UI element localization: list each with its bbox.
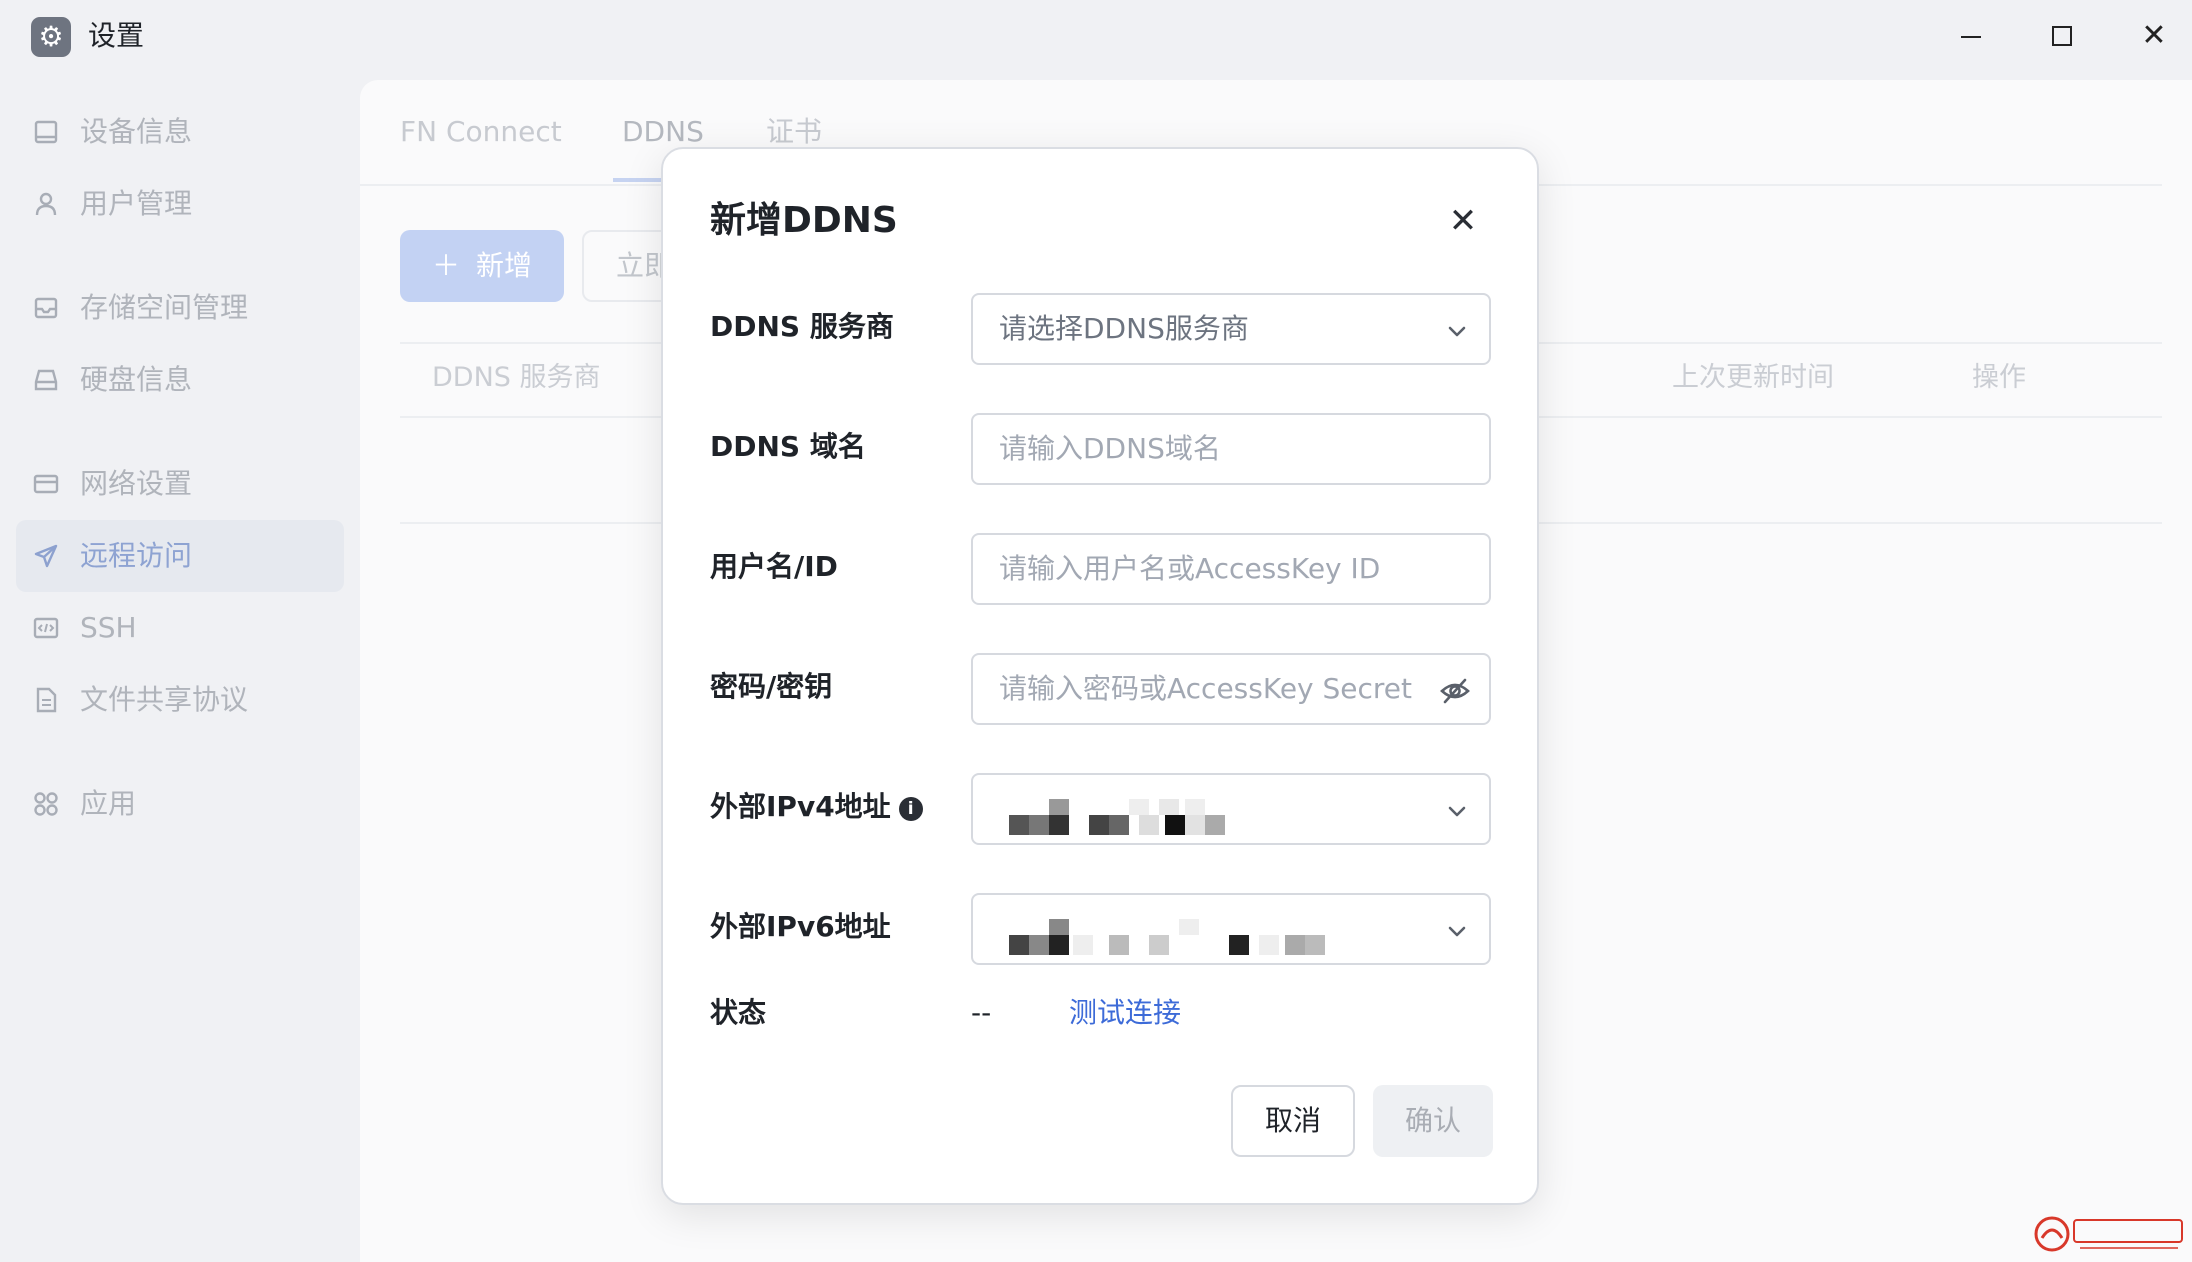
sidebar-item-label: 用户管理 xyxy=(80,187,193,220)
column-header-last-updated: 上次更新时间 xyxy=(1672,362,1834,393)
status-value: -- xyxy=(971,996,992,1029)
sidebar-item-device-info[interactable]: 设备信息 xyxy=(16,96,344,168)
minimize-button[interactable] xyxy=(1942,14,1998,58)
provider-select[interactable]: 请选择DDNS服务商 xyxy=(971,293,1491,365)
tab-fn-connect[interactable]: FN Connect xyxy=(400,112,562,152)
sidebar-item-user-management[interactable]: 用户管理 xyxy=(16,168,344,240)
watermark-logo xyxy=(2034,1216,2183,1252)
cancel-button[interactable]: 取消 xyxy=(1231,1085,1355,1157)
sidebar-item-label: 存储空间管理 xyxy=(80,291,249,324)
maximize-icon xyxy=(2052,26,2072,46)
sidebar-item-file-sharing[interactable]: 文件共享协议 xyxy=(16,664,344,736)
add-button-label: 新增 xyxy=(476,249,533,282)
tab-ddns[interactable]: DDNS xyxy=(622,112,704,152)
status-label: 状态 xyxy=(710,996,767,1029)
code-window-icon xyxy=(32,614,60,642)
ipv4-label: 外部IPv4地址 i xyxy=(710,787,923,827)
sidebar-item-ssh[interactable]: SSH xyxy=(16,592,344,664)
username-field-placeholder: 请输入用户名或AccessKey ID xyxy=(999,552,1381,585)
provider-label: DDNS 服务商 xyxy=(710,310,894,343)
sidebar-item-label: 设备信息 xyxy=(80,115,193,148)
ipv4-pixelated-value xyxy=(1009,799,1309,835)
sidebar-item-label: SSH xyxy=(80,611,137,644)
column-header-actions: 操作 xyxy=(1972,362,2026,393)
tab-certificate[interactable]: 证书 xyxy=(766,112,822,152)
domain-field-placeholder: 请输入DDNS域名 xyxy=(999,432,1221,465)
window-close-button[interactable]: ✕ xyxy=(2126,14,2182,58)
provider-select-placeholder: 请选择DDNS服务商 xyxy=(999,312,1249,345)
window-title: 设置 xyxy=(88,19,145,52)
sidebar-item-apps[interactable]: 应用 xyxy=(16,768,344,840)
column-header-provider: DDNS 服务商 xyxy=(432,362,601,393)
harddisk-icon xyxy=(32,366,60,394)
gear-icon: ⚙ xyxy=(31,17,71,57)
dialog-close-button[interactable]: ✕ xyxy=(1443,201,1483,241)
password-label: 密码/密钥 xyxy=(710,670,833,703)
send-icon xyxy=(32,542,60,570)
grid-apps-icon xyxy=(32,790,60,818)
chevron-down-icon xyxy=(1443,317,1471,345)
ipv6-label: 外部IPv6地址 xyxy=(710,910,891,943)
sidebar-item-storage[interactable]: 存储空间管理 xyxy=(16,272,344,344)
plus-icon: ＋ xyxy=(431,249,460,282)
domain-field[interactable]: 请输入DDNS域名 xyxy=(971,413,1491,485)
chevron-down-icon xyxy=(1443,797,1471,825)
inbox-icon xyxy=(32,294,60,322)
username-label: 用户名/ID xyxy=(710,550,838,583)
domain-label: DDNS 域名 xyxy=(710,430,866,463)
sidebar-item-remote-access[interactable]: 远程访问 xyxy=(16,520,344,592)
close-icon: ✕ xyxy=(2141,18,2167,53)
test-connection-link[interactable]: 测试连接 xyxy=(1069,993,1181,1033)
ipv6-pixelated-value xyxy=(1009,919,1325,955)
ipv6-select[interactable] xyxy=(971,893,1491,965)
sidebar-item-label: 应用 xyxy=(80,787,137,820)
dialog-title: 新增DDNS xyxy=(710,200,898,241)
chevron-down-icon xyxy=(1443,917,1471,945)
password-field[interactable]: 请输入密码或AccessKey Secret xyxy=(971,653,1491,725)
add-ddns-dialog: 新增DDNS ✕ DDNS 服务商 请选择DDNS服务商 DDNS 域名 请输入… xyxy=(661,147,1539,1205)
eye-off-icon[interactable] xyxy=(1439,675,1471,707)
password-field-placeholder: 请输入密码或AccessKey Secret xyxy=(999,672,1413,705)
title-bar: ⚙ 设置 ✕ xyxy=(0,0,2192,80)
network-card-icon xyxy=(32,470,60,498)
sidebar-item-label: 文件共享协议 xyxy=(80,683,249,716)
user-icon xyxy=(32,190,60,218)
sidebar-item-label: 硬盘信息 xyxy=(80,363,193,396)
sidebar-item-network[interactable]: 网络设置 xyxy=(16,448,344,520)
monitor-icon xyxy=(32,118,60,146)
info-icon[interactable]: i xyxy=(898,797,923,821)
ipv4-label-text: 外部IPv4地址 xyxy=(710,790,891,823)
ipv4-select[interactable] xyxy=(971,773,1491,845)
sidebar-item-label: 远程访问 xyxy=(80,539,193,572)
sidebar: 设备信息 用户管理 存储空间管理 硬盘信息 网络设置 远程访问 SSH 文件共享… xyxy=(0,80,360,1262)
sidebar-item-label: 网络设置 xyxy=(80,467,193,500)
settings-window: ⚙ 设置 ✕ 设备信息 用户管理 存储空间管理 硬盘信息 网络设置 远程访问 S… xyxy=(0,0,2192,1262)
add-ddns-button[interactable]: ＋ 新增 xyxy=(400,230,564,302)
sidebar-item-disk-info[interactable]: 硬盘信息 xyxy=(16,344,344,416)
confirm-button[interactable]: 确认 xyxy=(1373,1085,1493,1157)
username-field[interactable]: 请输入用户名或AccessKey ID xyxy=(971,533,1491,605)
maximize-button[interactable] xyxy=(2034,14,2090,58)
document-icon xyxy=(32,686,60,714)
minimize-icon xyxy=(1961,36,1981,38)
close-icon: ✕ xyxy=(1448,201,1478,241)
